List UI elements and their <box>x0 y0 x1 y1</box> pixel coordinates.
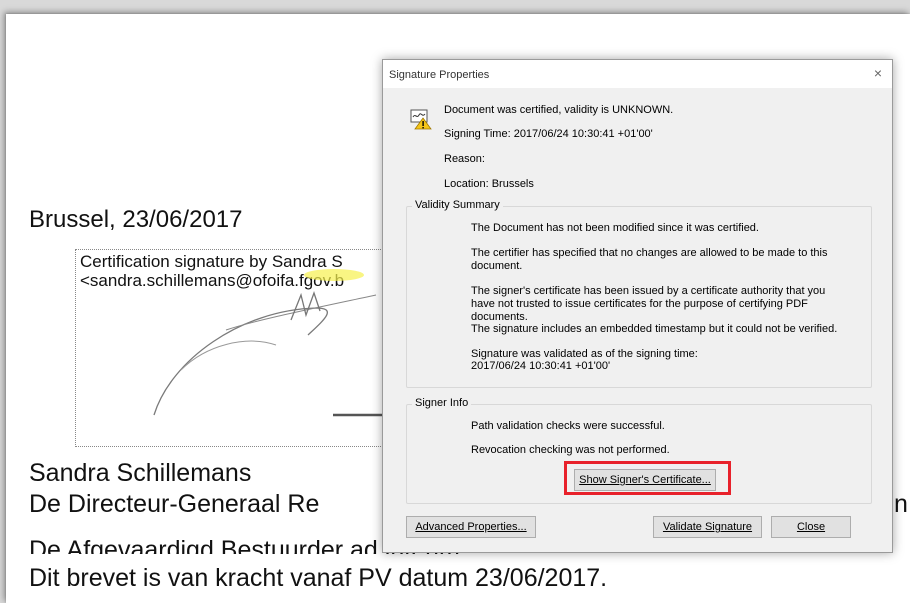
advanced-properties-label: Advanced Properties... <box>415 521 527 533</box>
dialog-title: Signature Properties <box>389 69 490 81</box>
signer-title-1: De Directeur-Generaal Re <box>29 490 320 518</box>
signer-name: Sandra Schillemans <box>29 459 252 487</box>
reason: Reason: <box>444 153 485 165</box>
place-date: Brussel, 23/06/2017 <box>29 206 243 233</box>
signing-time: Signing Time: 2017/06/24 10:30:41 +01'00… <box>444 128 653 140</box>
advanced-properties-button[interactable]: Advanced Properties... <box>406 516 536 538</box>
signer-info-item: Revocation checking was not performed. <box>471 444 670 456</box>
validity-item: The Document has not been modified since… <box>471 222 759 234</box>
close-label: Close <box>796 521 826 533</box>
validate-signature-button[interactable]: Validate Signature <box>653 516 762 538</box>
validity-summary-legend: Validity Summary <box>412 199 503 211</box>
validity-item: 2017/06/24 10:30:41 +01'00' <box>471 360 611 372</box>
highlight-box <box>564 461 731 495</box>
signer-info-legend: Signer Info <box>412 397 472 409</box>
signer-info-item: Path validation checks were successful. <box>471 420 665 432</box>
validate-signature-label: Validate Signature <box>662 521 753 533</box>
signer-title-1-tail: n <box>894 490 908 518</box>
validity-summary-group: Validity Summary The Document has not be… <box>406 199 872 388</box>
validity-item: The signature includes an embedded times… <box>471 323 838 335</box>
validity-item: The certifier has specified that no chan… <box>471 247 828 272</box>
signature-scribble <box>153 269 396 417</box>
certified-warning-icon <box>410 109 432 130</box>
close-icon[interactable]: × <box>874 65 882 81</box>
signature-field[interactable]: Certification signature by Sandra S <san… <box>75 249 407 447</box>
location: Location: Brussels <box>444 178 534 190</box>
validity-note: Dit brevet is van kracht vanaf PV datum … <box>29 564 608 592</box>
certification-status: Document was certified, validity is UNKN… <box>444 104 674 116</box>
close-button[interactable]: Close <box>771 516 851 538</box>
validity-item: The signer's certificate has been issued… <box>471 285 826 323</box>
